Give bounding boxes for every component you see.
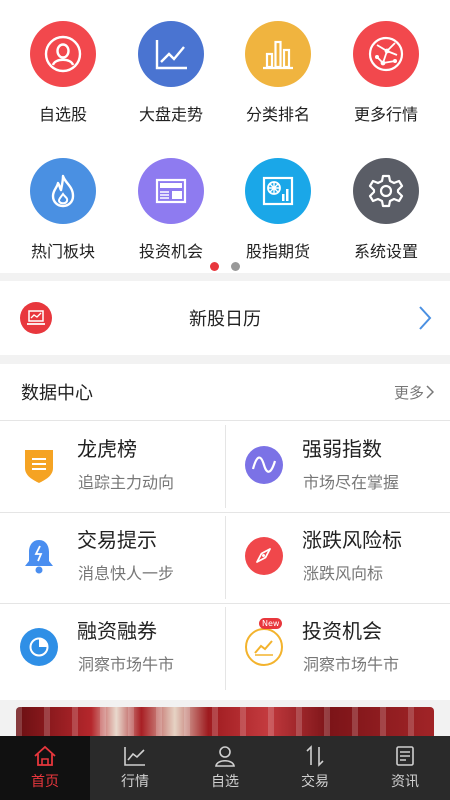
gear-icon [353,158,419,224]
tab-news[interactable]: 资讯 [360,736,450,800]
tab-market[interactable]: 行情 [90,736,180,800]
data-center-grid: 龙虎榜 追踪主力动向 强弱指数 市场尽在掌握 交易提示 消息快人一步 涨跌风险标… [0,421,450,700]
cell-title: 强弱指数 [302,437,382,461]
chevron-right-icon [418,305,432,335]
cell-title: 交易提示 [77,528,157,552]
network-globe-icon [353,21,419,87]
grid-item-investment-opportunity[interactable]: 投资机会 [115,158,227,262]
data-cell-strength-index[interactable]: 强弱指数 市场尽在掌握 [225,421,450,512]
cell-subtitle: 市场尽在掌握 [303,473,400,492]
cell-title: 龙虎榜 [77,437,137,461]
grid-item-label: 大盘走势 [138,105,203,124]
trade-arrows-icon [306,745,324,767]
chevron-right-icon [426,385,434,399]
grid-item-label: 更多行情 [353,105,418,124]
data-center-header: 数据中心 更多 [0,364,450,421]
pie-chart-icon [20,628,58,666]
grid-item-label: 投资机会 [138,242,203,261]
page-indicator [0,262,450,271]
user-icon [30,21,96,87]
line-chart-icon [138,21,204,87]
home-screen: 自选股 大盘走势 分类排名 更多行情 热门板块 投资机会 股指期货 系统设置 新… [0,0,450,800]
data-cell-trade-tips[interactable]: 交易提示 消息快人一步 [0,512,225,603]
data-cell-margin-trading[interactable]: 融资融券 洞察市场牛市 [0,603,225,694]
tab-label: 首页 [31,774,59,790]
wave-icon [245,446,283,484]
grid-item-label: 股指期货 [245,242,310,261]
data-cell-dragon-tiger[interactable]: 龙虎榜 追踪主力动向 [0,421,225,512]
grid-item-label: 热门板块 [30,242,95,261]
more-label: 更多 [393,383,424,402]
new-badge: New [259,618,283,629]
grid-item-system-settings[interactable]: 系统设置 [330,158,442,262]
ipo-calendar-row[interactable]: 新股日历 [0,281,450,355]
new-badge-chart-icon [245,628,283,666]
tab-trade[interactable]: 交易 [270,736,360,800]
grid-item-market-trend[interactable]: 大盘走势 [115,21,227,125]
grid-item-index-futures[interactable]: 股指期货 [222,158,334,262]
function-grid: 自选股 大盘走势 分类排名 更多行情 热门板块 投资机会 股指期货 系统设置 [0,0,450,273]
bell-icon [20,537,58,575]
page-dot-active[interactable] [210,262,219,271]
tab-label: 自选 [211,774,239,790]
page-dot[interactable] [231,262,240,271]
grid-item-label: 分类排名 [245,105,310,124]
grid-item-label: 系统设置 [353,242,418,261]
bottom-tab-bar: 首页 行情 自选 交易 资讯 [0,736,450,800]
tab-watchlist[interactable]: 自选 [180,736,270,800]
cell-title: 投资机会 [302,619,382,643]
news-doc-icon [396,746,414,766]
cell-subtitle: 追踪主力动向 [78,473,175,492]
grid-item-hot-sectors[interactable]: 热门板块 [7,158,119,262]
flame-icon [30,158,96,224]
compass-icon [245,537,283,575]
data-cell-risk-indicator[interactable]: 涨跌风险标 涨跌风向标 [225,512,450,603]
cell-subtitle: 涨跌风向标 [303,564,384,583]
cell-subtitle: 洞察市场牛市 [303,655,400,674]
grid-item-more-quotes[interactable]: 更多行情 [330,21,442,125]
market-chart-icon [124,747,145,766]
tab-label: 资讯 [391,774,419,790]
tab-home[interactable]: 首页 [0,736,90,800]
grid-item-category-ranking[interactable]: 分类排名 [222,21,334,125]
laptop-chart-icon [20,302,52,334]
cell-title: 融资融券 [77,619,157,643]
news-icon [138,158,204,224]
data-cell-investment-opportunity[interactable]: New 投资机会 洞察市场牛市 [225,603,450,694]
cell-subtitle: 消息快人一步 [78,564,175,583]
shield-list-icon [20,446,58,484]
person-icon [215,746,235,767]
tab-label: 交易 [301,774,329,790]
home-icon [34,745,56,766]
cell-subtitle: 洞察市场牛市 [78,655,175,674]
ipo-calendar-title: 新股日历 [189,309,261,330]
grid-item-label: 自选股 [38,105,87,124]
grid-item-watchlist[interactable]: 自选股 [7,21,119,125]
section-title: 数据中心 [21,383,93,404]
data-center-card: 数据中心 更多 龙虎榜 追踪主力动向 强弱指数 市场尽在掌握 交易提示 消息快人… [0,364,450,700]
tab-label: 行情 [121,774,149,790]
more-link[interactable]: 更多 [394,382,434,403]
hk-index-icon [245,158,311,224]
bar-chart-icon [245,21,311,87]
cell-title: 涨跌风险标 [302,528,402,552]
